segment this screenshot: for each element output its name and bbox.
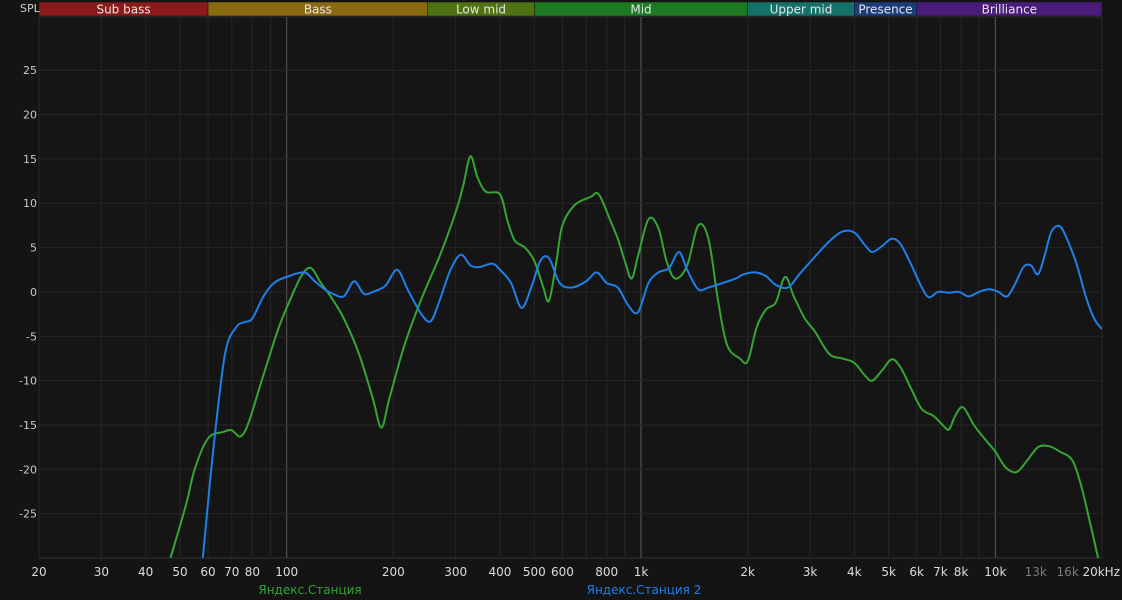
x-tick-label: 80: [245, 565, 260, 579]
x-tick-label: 4k: [847, 565, 862, 579]
y-tick-label: 10: [23, 197, 37, 210]
x-tick-label: 6k: [909, 565, 924, 579]
x-tick-label: 13k: [1025, 565, 1047, 579]
y-tick-label: 25: [23, 64, 37, 77]
x-tick-label: 300: [444, 565, 467, 579]
band-label: Brilliance: [982, 3, 1037, 17]
x-tick-label: 5k: [881, 565, 896, 579]
y-tick-label: -5: [26, 330, 37, 343]
x-tick-label: 50: [172, 565, 187, 579]
y-tick-label: 0: [30, 286, 37, 299]
frequency-response-chart: Sub bass Bass Low mid Mid Upper mid Presence B…: [0, 0, 1122, 600]
x-tick-label: 10k: [984, 565, 1006, 579]
x-tick-label: 200: [382, 565, 405, 579]
band-label: Upper mid: [770, 3, 833, 17]
chart-svg: Sub bass Bass Low mid Mid Upper mid Presence B…: [19, 1, 1120, 597]
band-label: Presence: [858, 3, 912, 17]
y-tick-label: -25: [19, 508, 37, 521]
legend-entry: Яндекс.Станция 2: [587, 583, 702, 597]
band-label: Bass: [304, 3, 332, 17]
y-tick-label: -15: [19, 419, 37, 432]
x-tick-label: 800: [595, 565, 618, 579]
y-tick-label: -20: [19, 463, 37, 476]
x-tick-label: 7k: [933, 565, 948, 579]
band-label: Sub bass: [96, 3, 150, 17]
x-tick-label: 40: [138, 565, 153, 579]
x-tick-label: 400: [489, 565, 512, 579]
x-tick-label: 70: [224, 565, 239, 579]
x-tick-label: 16k: [1057, 565, 1079, 579]
y-tick-labels: -25 -20 -15 -10 -5 0 5 10 15 20 25: [19, 64, 37, 520]
x-tick-label: 20: [31, 565, 46, 579]
x-tick-label: 500: [523, 565, 546, 579]
x-tick-labels: 20 30 40 50 60 70 80 100 200 300 400 500 600 800 1k 2k 3…: [31, 565, 1120, 579]
x-tick-label: 1k: [634, 565, 649, 579]
y-axis-label: SPL: [20, 2, 41, 15]
x-tick-label: 20kHz: [1082, 565, 1120, 579]
y-tick-label: 5: [30, 242, 37, 255]
x-tick-label: 60: [200, 565, 215, 579]
x-tick-label: 8k: [954, 565, 969, 579]
legend: Яндекс.Станция Яндекс.Станция 2: [258, 583, 701, 597]
x-tick-label: 30: [94, 565, 109, 579]
frequency-bands: Sub bass Bass Low mid Mid Upper mid Presence B…: [38, 1, 1103, 17]
x-tick-label: 2k: [740, 565, 755, 579]
band-label: Mid: [630, 3, 651, 17]
legend-entry: Яндекс.Станция: [258, 583, 361, 597]
y-tick-label: -10: [19, 375, 37, 388]
y-tick-label: 20: [23, 109, 37, 122]
band-label: Low mid: [456, 3, 506, 17]
x-tick-label: 100: [275, 565, 298, 579]
y-tick-label: 15: [23, 153, 37, 166]
x-tick-label: 3k: [803, 565, 818, 579]
x-tick-label: 600: [551, 565, 574, 579]
